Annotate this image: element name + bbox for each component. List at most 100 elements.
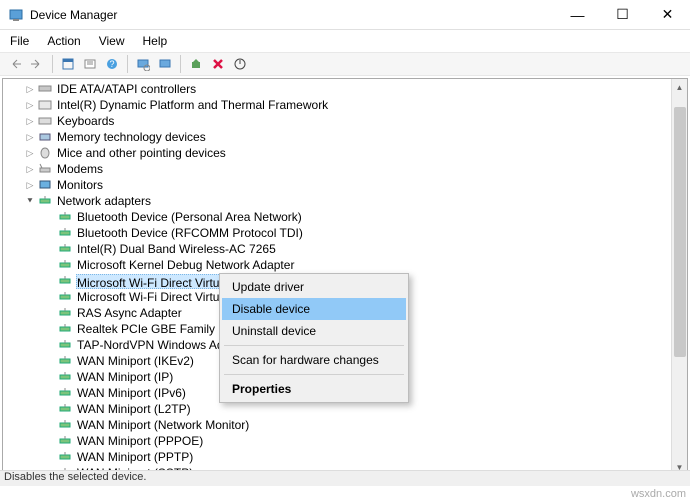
nav-back-icon[interactable] <box>6 55 24 73</box>
tree-label: Keyboards <box>57 113 114 129</box>
expand-icon[interactable]: ▷ <box>23 81 37 97</box>
tree-label: WAN Miniport (PPPOE) <box>77 433 203 449</box>
tree-label: Network adapters <box>57 193 151 209</box>
maximize-button[interactable]: ☐ <box>600 0 645 30</box>
tree-label: IDE ATA/ATAPI controllers <box>57 81 196 97</box>
menu-view[interactable]: View <box>97 32 127 50</box>
network-adapter-icon <box>57 402 73 416</box>
tree-item[interactable]: Intel(R) Dual Band Wireless-AC 7265 <box>7 241 659 257</box>
tree-label: Bluetooth Device (Personal Area Network) <box>77 209 302 225</box>
tree-item[interactable]: WAN Miniport (PPTP) <box>7 449 659 465</box>
network-adapter-icon <box>57 258 73 272</box>
help-icon[interactable]: ? <box>103 55 121 73</box>
monitor-icon <box>37 178 53 192</box>
tree-group[interactable]: ▷ Keyboards <box>7 113 659 129</box>
tree-label: Microsoft Kernel Debug Network Adapter <box>77 257 294 273</box>
context-update-driver[interactable]: Update driver <box>222 276 406 298</box>
tree-label: Bluetooth Device (RFCOMM Protocol TDI) <box>77 225 303 241</box>
menubar: File Action View Help <box>0 30 690 52</box>
tree-label: WAN Miniport (Network Monitor) <box>77 417 249 433</box>
tree-item[interactable]: WAN Miniport (Network Monitor) <box>7 417 659 433</box>
tree-group-network[interactable]: ⯆ Network adapters <box>7 193 659 209</box>
show-hide-icon[interactable] <box>59 55 77 73</box>
tree-item[interactable]: WAN Miniport (L2TP) <box>7 401 659 417</box>
network-adapter-icon <box>57 290 73 304</box>
scroll-thumb[interactable] <box>674 107 686 357</box>
network-adapter-icon <box>57 338 73 352</box>
context-menu: Update driver Disable device Uninstall d… <box>219 273 409 403</box>
minimize-button[interactable]: — <box>555 0 600 30</box>
tree-label: Mice and other pointing devices <box>57 145 226 161</box>
add-legacy-icon[interactable] <box>156 55 174 73</box>
tree-group[interactable]: ▷ Modems <box>7 161 659 177</box>
watermark: wsxdn.com <box>631 488 686 500</box>
tree-item[interactable]: Bluetooth Device (Personal Area Network) <box>7 209 659 225</box>
network-adapter-icon <box>57 322 73 336</box>
tree-label: TAP-NordVPN Windows Ad <box>77 337 224 353</box>
network-group-icon <box>37 194 53 208</box>
tree-label: Modems <box>57 161 103 177</box>
close-button[interactable]: ✕ <box>645 0 690 30</box>
tree-label: Intel(R) Dynamic Platform and Thermal Fr… <box>57 97 328 113</box>
tree-item[interactable]: Bluetooth Device (RFCOMM Protocol TDI) <box>7 225 659 241</box>
expand-icon[interactable]: ▷ <box>23 161 37 177</box>
nav-forward-icon[interactable] <box>28 55 46 73</box>
expand-icon[interactable]: ▷ <box>23 177 37 193</box>
network-adapter-icon <box>57 306 73 320</box>
network-adapter-icon <box>57 242 73 256</box>
network-adapter-icon <box>57 386 73 400</box>
titlebar: Device Manager — ☐ ✕ <box>0 0 690 30</box>
tree-item[interactable]: WAN Miniport (PPPOE) <box>7 433 659 449</box>
device-group-icon <box>37 98 53 112</box>
tree-item[interactable]: Microsoft Kernel Debug Network Adapter <box>7 257 659 273</box>
network-adapter-icon <box>57 210 73 224</box>
context-uninstall-device[interactable]: Uninstall device <box>222 320 406 342</box>
network-adapter-icon <box>57 450 73 464</box>
context-scan-hardware[interactable]: Scan for hardware changes <box>222 349 406 371</box>
tree-group[interactable]: ▷ Monitors <box>7 177 659 193</box>
tree-group[interactable]: ▷ Intel(R) Dynamic Platform and Thermal … <box>7 97 659 113</box>
properties-toolbar-icon[interactable] <box>81 55 99 73</box>
update-driver-icon[interactable] <box>187 55 205 73</box>
app-icon <box>8 7 24 23</box>
scroll-up-icon[interactable]: ▲ <box>672 79 687 95</box>
disable-toolbar-icon[interactable] <box>231 55 249 73</box>
svg-text:?: ? <box>109 59 114 69</box>
tree-label: WAN Miniport (IKEv2) <box>77 353 194 369</box>
network-adapter-icon <box>57 418 73 432</box>
expand-icon[interactable]: ▷ <box>23 97 37 113</box>
tree-label: WAN Miniport (IP) <box>77 369 173 385</box>
tree-group[interactable]: ▷ Mice and other pointing devices <box>7 145 659 161</box>
mouse-icon <box>37 146 53 160</box>
expand-icon[interactable]: ▷ <box>23 145 37 161</box>
network-adapter-icon <box>57 434 73 448</box>
keyboard-icon <box>37 114 53 128</box>
network-adapter-icon <box>57 370 73 384</box>
tree-label: Memory technology devices <box>57 129 206 145</box>
network-adapter-icon <box>57 226 73 240</box>
tree-label: Realtek PCIe GBE Family Co <box>77 321 234 337</box>
context-properties[interactable]: Properties <box>222 378 406 400</box>
expand-icon[interactable]: ▷ <box>23 113 37 129</box>
menu-action[interactable]: Action <box>45 32 82 50</box>
tree-label: RAS Async Adapter <box>77 305 182 321</box>
menu-help[interactable]: Help <box>141 32 170 50</box>
collapse-icon[interactable]: ⯆ <box>23 193 37 209</box>
scan-hardware-icon[interactable] <box>134 55 152 73</box>
tree-label: Microsoft Wi-Fi Direct Virtua <box>77 289 226 305</box>
tree-label: Intel(R) Dual Band Wireless-AC 7265 <box>77 241 276 257</box>
vertical-scrollbar[interactable]: ▲ ▼ <box>671 79 687 475</box>
context-separator <box>224 374 404 375</box>
tree-label: Monitors <box>57 177 103 193</box>
context-disable-device[interactable]: Disable device <box>222 298 406 320</box>
tree-group[interactable]: ▷ IDE ATA/ATAPI controllers <box>7 81 659 97</box>
menu-file[interactable]: File <box>8 32 31 50</box>
tree-label: WAN Miniport (PPTP) <box>77 449 193 465</box>
tree-group[interactable]: ▷ Memory technology devices <box>7 129 659 145</box>
window-title: Device Manager <box>30 8 555 22</box>
device-group-icon <box>37 82 53 96</box>
tree-label: WAN Miniport (L2TP) <box>77 401 191 417</box>
tree-label: WAN Miniport (IPv6) <box>77 385 186 401</box>
expand-icon[interactable]: ▷ <box>23 129 37 145</box>
uninstall-device-icon[interactable] <box>209 55 227 73</box>
